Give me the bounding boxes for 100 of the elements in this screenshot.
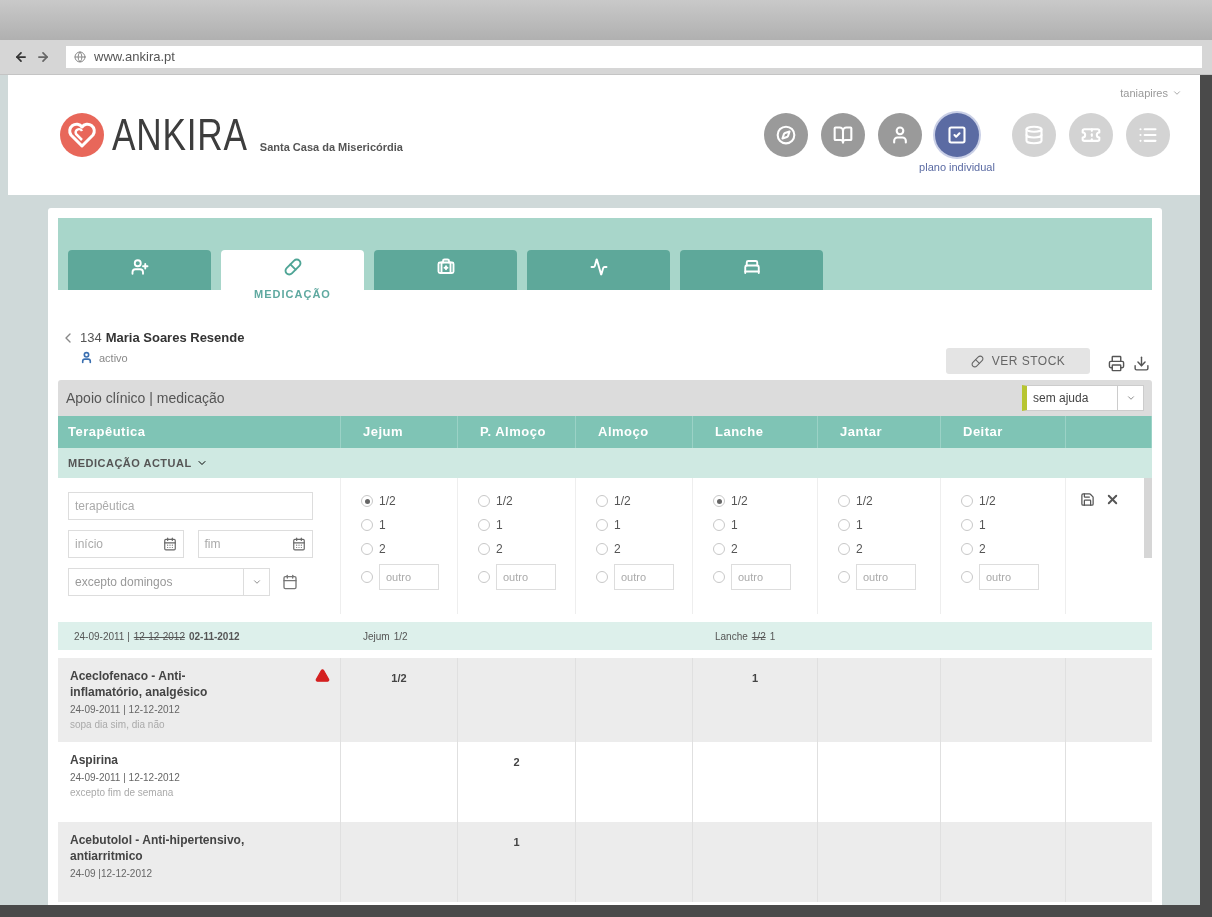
tab[interactable] [527, 250, 670, 290]
medication-input[interactable]: terapêutica [68, 492, 313, 520]
medication-note: excepto fim de semana [70, 786, 175, 800]
option-label: 1/2 [379, 493, 396, 510]
username[interactable]: taniapires [1120, 85, 1168, 102]
date-field[interactable]: fim [197, 530, 313, 558]
dose-value: 1 [513, 835, 520, 850]
radio-button[interactable] [961, 571, 973, 583]
other-input[interactable]: outro [614, 564, 674, 590]
radio-button[interactable] [596, 495, 608, 507]
close-icon[interactable] [1105, 492, 1120, 507]
summary-dose: 1 [769, 629, 776, 644]
nav-button[interactable] [764, 112, 808, 157]
radio-button[interactable] [478, 495, 490, 507]
option-label: 1/2 [496, 493, 513, 510]
radio-button[interactable] [361, 571, 373, 583]
summary-label: Jejum [363, 629, 390, 644]
radio-button[interactable] [596, 571, 608, 583]
repeat-select[interactable]: excepto domingos [68, 568, 270, 596]
patient-number: 134 [80, 329, 102, 347]
patient-name: Maria Soares Resende [105, 329, 245, 347]
date-field[interactable]: início [68, 530, 184, 558]
pill-icon [970, 354, 984, 368]
tab[interactable] [680, 250, 823, 290]
download-icon[interactable] [1133, 355, 1150, 372]
radio-button[interactable] [478, 571, 490, 583]
person-icon [890, 124, 910, 145]
medication-note: sopa dia sim, dia não [70, 718, 166, 732]
option-label: 2 [979, 541, 986, 558]
tab[interactable] [68, 250, 211, 290]
date-range: 24-09-2011 | 12-12-2012 [70, 771, 181, 785]
database-icon [1024, 124, 1044, 145]
radio-button[interactable] [838, 571, 850, 583]
radio-button[interactable] [838, 495, 850, 507]
pill-icon [283, 258, 302, 276]
radio-button[interactable] [838, 519, 850, 531]
radio-button[interactable] [361, 543, 373, 555]
option-label: 1/2 [856, 493, 873, 510]
radio-button[interactable] [478, 543, 490, 555]
heart-logo-icon [60, 113, 104, 157]
medical-kit-icon [436, 258, 455, 276]
help-select[interactable]: sem ajuda [1022, 385, 1144, 411]
status-text: activo [99, 350, 128, 366]
summary-dose: 1/2 [393, 629, 408, 644]
nav-button[interactable] [878, 112, 922, 157]
other-input[interactable]: outro [979, 564, 1039, 590]
scrollbar[interactable] [1144, 478, 1152, 558]
radio-button[interactable] [596, 519, 608, 531]
option-label: 2 [379, 541, 386, 558]
option-label: 2 [856, 541, 863, 558]
nav-button[interactable] [935, 112, 979, 157]
pulse-icon [589, 258, 608, 276]
book-icon [833, 124, 853, 145]
logo-wordmark: ANKIRA [112, 113, 248, 157]
date-range: 24-09 |12-12-2012 [70, 867, 154, 881]
calendar-icon[interactable] [282, 574, 298, 590]
save-icon[interactable] [1080, 492, 1095, 507]
print-icon[interactable] [1108, 355, 1125, 372]
dose-value: 2 [513, 755, 520, 770]
new-end-date: 02-11-2012 [188, 629, 240, 644]
radio-button[interactable] [713, 571, 725, 583]
nav-button[interactable] [821, 112, 865, 157]
radio-button[interactable] [961, 519, 973, 531]
organization-name: Santa Casa da Misericórdia [259, 139, 403, 155]
back-icon[interactable] [14, 50, 28, 64]
radio-button[interactable] [361, 519, 373, 531]
other-input[interactable]: outro [856, 564, 916, 590]
old-end-date: 12-12-2012 [133, 629, 185, 644]
dose-value: 1 [751, 671, 759, 686]
radio-button[interactable] [961, 495, 973, 507]
tab[interactable] [374, 250, 517, 290]
option-label: 1 [379, 517, 386, 534]
checkbox-icon [947, 124, 967, 145]
radio-button[interactable] [478, 519, 490, 531]
radio-button[interactable] [713, 543, 725, 555]
caret-icon [251, 577, 262, 587]
url-text: www.ankira.pt [94, 48, 175, 67]
other-input[interactable]: outro [379, 564, 439, 590]
stock-button[interactable]: VER STOCK [946, 348, 1090, 374]
option-label: 1 [731, 517, 738, 534]
compass-icon [776, 124, 796, 145]
radio-button[interactable] [713, 495, 725, 507]
start-date: 24-09-2011 | [74, 629, 130, 644]
toolbar-title: Apoio clínico | medicação [66, 388, 225, 408]
radio-button[interactable] [361, 495, 373, 507]
radio-button[interactable] [713, 519, 725, 531]
radio-button[interactable] [961, 543, 973, 555]
summary-label: Lanche [715, 629, 748, 644]
address-bar[interactable]: www.ankira.pt [66, 46, 1202, 68]
bed-icon [742, 258, 761, 276]
other-input[interactable]: outro [731, 564, 791, 590]
medication-name: Acebutolol - Anti-hipertensivo, antiarritmico [70, 832, 246, 864]
option-label: 2 [614, 541, 621, 558]
radio-button[interactable] [596, 543, 608, 555]
radio-button[interactable] [838, 543, 850, 555]
caret-icon [1125, 393, 1136, 403]
forward-icon[interactable] [36, 50, 50, 64]
other-input[interactable]: outro [496, 564, 556, 590]
nav-label: plano individual [919, 159, 995, 175]
person-icon [80, 351, 93, 365]
